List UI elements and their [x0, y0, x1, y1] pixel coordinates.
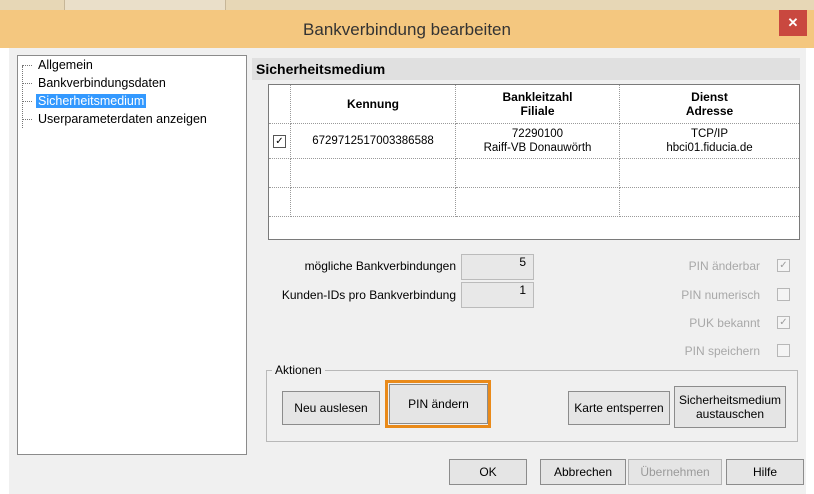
pin-speichern-checkbox[interactable]: [777, 344, 790, 357]
table-empty-cell: [620, 188, 799, 217]
moegliche-bankverbindungen-value: 5: [461, 254, 534, 280]
kunden-ids-label: Kunden-IDs pro Bankverbindung: [281, 288, 456, 302]
security-medium-table[interactable]: Kennung Bankleitzahl Filiale Dienst Adress…: [268, 84, 800, 240]
background-tab: [64, 0, 226, 10]
neu-auslesen-button[interactable]: Neu auslesen: [282, 391, 380, 425]
kunden-ids-value: 1: [461, 282, 534, 308]
uebernehmen-button[interactable]: Übernehmen: [628, 459, 722, 485]
table-empty-cell: [456, 159, 620, 188]
hilfe-button[interactable]: Hilfe: [726, 459, 804, 485]
tree-item-bankverbindungsdaten[interactable]: Bankverbindungsdaten: [22, 76, 168, 94]
table-header-blz: Bankleitzahl Filiale: [456, 85, 620, 124]
karte-entsperren-button[interactable]: Karte entsperren: [568, 391, 670, 425]
close-icon: ✕: [787, 15, 799, 30]
pin-aenderbar-label: PIN änderbar: [688, 259, 760, 273]
tree-item-allgemein[interactable]: Allgemein: [22, 58, 95, 76]
tree-item-userparameterdaten[interactable]: Userparameterdaten anzeigen: [22, 112, 209, 130]
table-header-dienst: Dienst Adresse: [620, 85, 799, 124]
table-row-checkbox-cell[interactable]: ✓: [269, 124, 291, 159]
pin-aenderbar-checkbox[interactable]: ✓: [777, 259, 790, 272]
close-button[interactable]: ✕: [779, 10, 807, 36]
table-empty-cell: [620, 159, 799, 188]
puk-bekannt-checkbox[interactable]: ✓: [777, 316, 790, 329]
puk-bekannt-label: PUK bekannt: [689, 316, 760, 330]
table-empty-cell: [291, 188, 456, 217]
row-checkbox[interactable]: ✓: [273, 134, 286, 148]
section-title: Sicherheitsmedium: [252, 58, 800, 80]
tree-connector: [22, 66, 23, 128]
pin-numerisch-label: PIN numerisch: [681, 288, 760, 302]
table-empty-cell: [269, 188, 291, 217]
sicherheitsmedium-austauschen-button[interactable]: Sicherheitsmedium austauschen: [674, 386, 786, 428]
pin-aendern-highlight: [385, 380, 491, 428]
navigation-tree: Allgemein Bankverbindungsdaten Sicherhei…: [17, 55, 247, 455]
table-empty-cell: [456, 188, 620, 217]
pin-numerisch-checkbox[interactable]: [777, 288, 790, 301]
table-header-kennung: Kennung: [291, 85, 456, 124]
table-header-check: [269, 85, 291, 124]
window-title: Bankverbindung bearbeiten: [303, 20, 511, 39]
table-empty-cell: [269, 159, 291, 188]
table-empty-cell: [291, 159, 456, 188]
abbrechen-button[interactable]: Abbrechen: [540, 459, 626, 485]
table-cell-kennung: 6729712517003386588: [291, 124, 456, 159]
table-cell-blz: 72290100 Raiff-VB Donauwörth: [456, 124, 620, 159]
pin-speichern-label: PIN speichern: [684, 344, 760, 358]
aktionen-label: Aktionen: [272, 363, 325, 377]
ok-button[interactable]: OK: [449, 459, 527, 485]
table-cell-dienst: TCP/IP hbci01.fiducia.de: [620, 124, 799, 159]
tree-item-sicherheitsmedium[interactable]: Sicherheitsmedium: [22, 94, 147, 112]
moegliche-bankverbindungen-label: mögliche Bankverbindungen: [304, 259, 456, 273]
